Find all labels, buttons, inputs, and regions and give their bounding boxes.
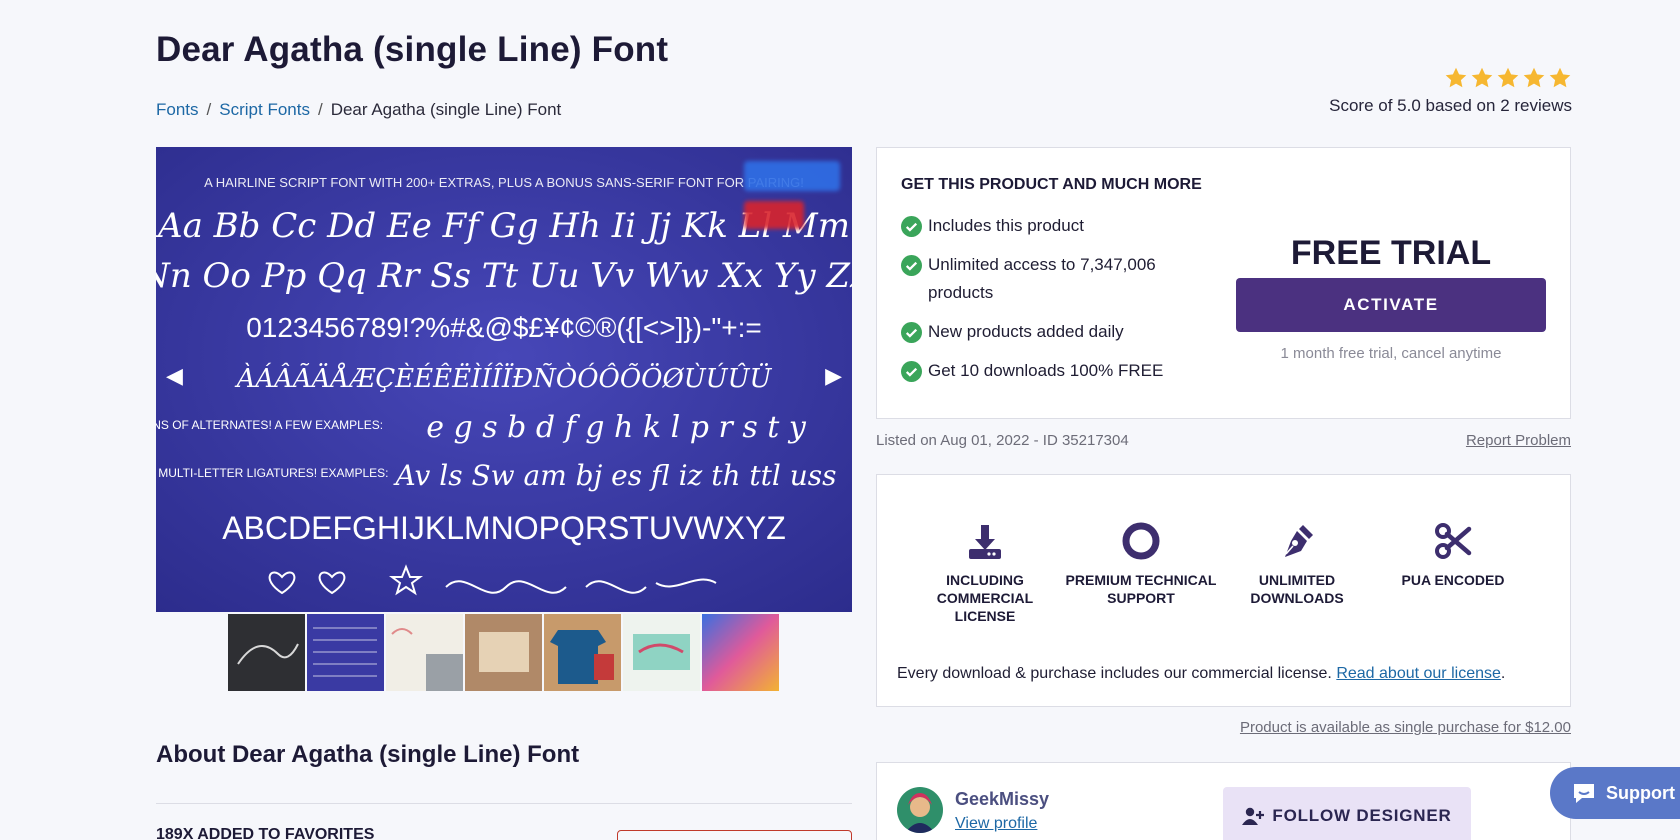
thumbnail[interactable] [544,614,621,691]
add-to-favorites-button[interactable] [617,830,852,840]
list-item: Get 10 downloads 100% FREE [901,357,1201,385]
list-item: Includes this product [901,212,1201,240]
breadcrumb-separator: / [317,100,323,119]
preview-accents-row: ÀÁÂÃÄÅÆÇÈÉÊËÌÍÎÏÐÑÒÓÔÕÖØÙÚÛÜ [235,362,773,394]
follow-designer-label: FOLLOW DESIGNER [1272,806,1452,825]
user-plus-icon [1242,807,1265,825]
offer-heading: GET THIS PRODUCT AND MUCH MORE [901,176,1202,193]
preview-ligatures-sample: Av ls Sw am bj es fl iz th ttl uss [392,459,836,492]
feature-label: PREMIUM TECHNICAL SUPPORT [1065,572,1217,606]
chat-bubble-icon [1574,784,1594,803]
offer-benefits-list: Includes this product Unlimited access t… [901,212,1201,396]
preview-digits-row: 0123456789!?%#&@$£¥¢©®({[<>]})-"+:= [246,312,762,343]
feature-label: INCLUDING COMMERCIAL LICENSE [936,572,1034,624]
list-item: Unlimited access to 7,347,006 products [901,251,1201,307]
benefit-text: Unlimited access to 7,347,006 products [928,255,1156,302]
star-icon [1497,67,1519,88]
listing-info: Listed on Aug 01, 2022 - ID 35217304 [876,432,1129,449]
benefit-text: Includes this product [928,216,1084,235]
breadcrumb: Fonts / Script Fonts / Dear Agatha (sing… [156,100,561,120]
product-image-gallery[interactable]: A HAIRLINE SCRIPT FONT WITH 200+ EXTRAS,… [156,147,852,612]
star-icon [1471,67,1493,88]
rating: Score of 5.0 based on 2 reviews [1329,66,1572,116]
preview-ligatures-label: OVER 100 MULTI-LETTER LIGATURES! EXAMPLE… [156,466,388,480]
thumbnail[interactable] [307,614,384,691]
single-purchase-link[interactable]: Product is available as single purchase … [1240,719,1571,736]
benefit-text: Get 10 downloads 100% FREE [928,361,1164,380]
breadcrumb-separator: / [206,100,212,119]
share-button[interactable] [744,161,840,191]
trial-note: 1 month free trial, cancel anytime [1280,345,1502,362]
preview-sans-row: ABCDEFGHIJKLMNOPQRSTUVWXYZ [222,510,786,546]
preview-alternates-label: DOZENS OF ALTERNATES! A FEW EXAMPLES: [156,418,383,432]
check-circle-icon [901,255,922,276]
rating-score: Score of 5.0 based on 2 reviews [1329,96,1572,115]
free-trial-title: FREE TRIAL [1290,234,1492,272]
preview-caption: A HAIRLINE SCRIPT FONT WITH 200+ EXTRAS,… [204,175,804,190]
feature-item: INCLUDING COMMERCIAL LICENSE [907,521,1063,625]
page-title: Dear Agatha (single Line) Font [156,30,669,69]
support-label: Support [1606,782,1675,803]
license-text: Every download & purchase includes our c… [897,665,1332,682]
feature-item: PREMIUM TECHNICAL SUPPORT [1063,521,1219,607]
benefit-text: New products added daily [928,322,1124,341]
preview-alternates-sample: e g s b d f g h k l p r s t y [426,410,807,445]
scissors-icon [1435,523,1472,559]
read-license-link[interactable]: Read about our license [1336,665,1501,682]
support-chat-button[interactable]: Support [1550,767,1680,819]
feature-label: PUA ENCODED [1401,572,1505,588]
product-features-card: INCLUDING COMMERCIAL LICENSE PREMIUM TEC… [876,474,1571,707]
gallery-prev-icon[interactable]: ◀ [166,363,183,389]
list-item: New products added daily [901,318,1201,346]
check-circle-icon [901,361,922,382]
preview-lowercase-row: Nn Oo Pp Qq Rr Ss Tt Uu Vv Ww Xx Yy Zz [156,256,852,296]
thumbnail[interactable] [465,614,542,691]
divider [156,803,852,804]
star-icon [1549,67,1571,88]
activate-button[interactable]: ACTIVATE [1236,278,1546,332]
gallery-next-icon[interactable]: ▶ [825,363,842,389]
check-circle-icon [901,322,922,343]
breadcrumb-current: Dear Agatha (single Line) Font [330,100,562,119]
avatar[interactable] [897,787,943,833]
lifebuoy-icon [1122,522,1160,560]
license-note: Every download & purchase includes our c… [897,665,1506,682]
star-rating[interactable] [1329,66,1572,90]
star-icon [1523,67,1545,88]
star-icon [1445,67,1467,88]
designer-card: GeekMissy View profile FOLLOW DESIGNER [876,762,1571,840]
download-icon [969,525,1001,559]
pin-button[interactable] [744,201,804,229]
feature-item: UNLIMITED DOWNLOADS [1219,521,1375,607]
breadcrumb-fonts[interactable]: Fonts [156,100,199,120]
feature-label: UNLIMITED DOWNLOADS [1250,572,1344,606]
designer-name[interactable]: GeekMissy [955,789,1049,810]
breadcrumb-script-fonts[interactable]: Script Fonts [219,100,310,120]
subscription-offer-card: GET THIS PRODUCT AND MUCH MORE Includes … [876,147,1571,419]
follow-designer-button[interactable]: FOLLOW DESIGNER [1223,787,1471,840]
pen-nib-icon [1285,525,1313,557]
check-circle-icon [901,216,922,237]
thumbnail[interactable] [623,614,700,691]
feature-item: PUA ENCODED [1375,521,1531,589]
report-problem-link[interactable]: Report Problem [1466,432,1571,449]
thumbnail[interactable] [228,614,305,691]
favorites-count: 189X ADDED TO FAVORITES [156,826,375,840]
thumbnail[interactable] [386,614,463,691]
about-heading: About Dear Agatha (single Line) Font [156,741,580,768]
thumbnail-strip [228,614,779,691]
view-profile-link[interactable]: View profile [955,815,1037,833]
thumbnail[interactable] [702,614,779,691]
